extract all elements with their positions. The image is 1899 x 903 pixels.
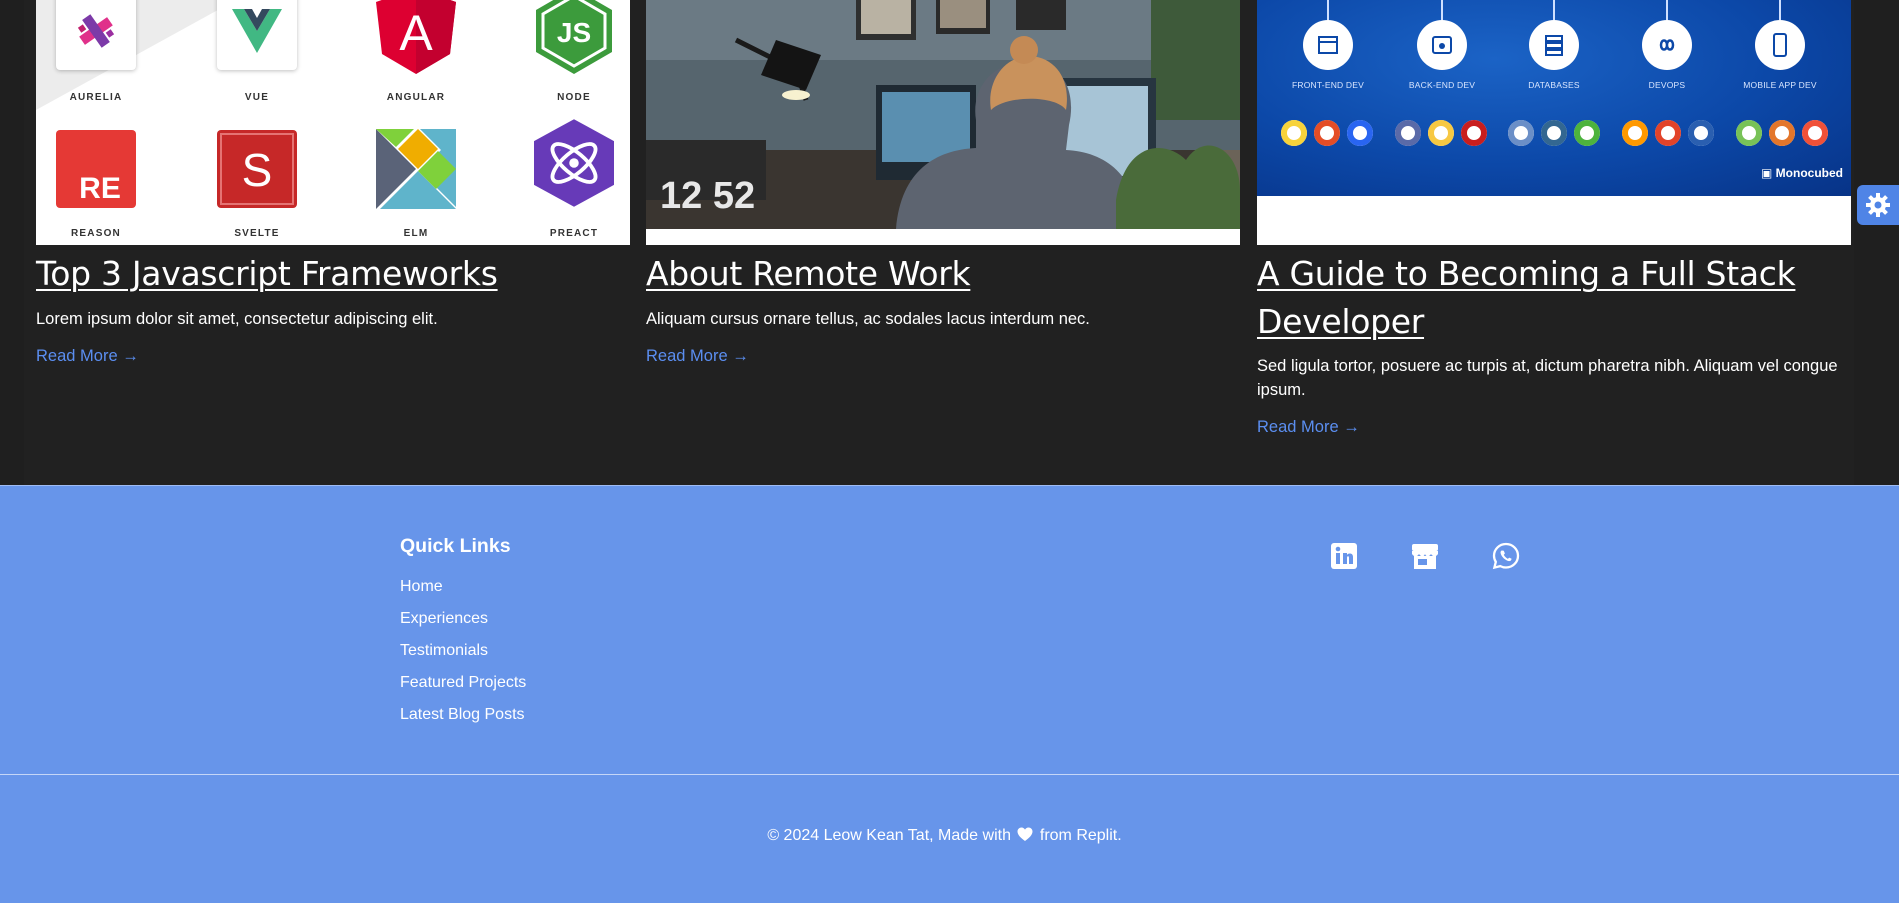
connector-line xyxy=(1779,0,1781,20)
category-label: FRONT-END DEV xyxy=(1291,80,1365,90)
swift-icon xyxy=(1802,120,1828,146)
linkedin-link[interactable] xyxy=(1329,541,1359,571)
footer-top-border xyxy=(0,485,1899,486)
reason-logo: RE xyxy=(56,130,136,208)
blog-card: FRONT-END DEV BACK-END DEV DATABASES DEV… xyxy=(1257,0,1851,437)
post-description: Lorem ipsum dolor sit amet, consectetur … xyxy=(36,310,438,328)
frontend-icon xyxy=(1303,20,1353,70)
post-thumbnail-remote-work[interactable]: 12 52 xyxy=(646,0,1240,245)
footer-divider xyxy=(0,774,1899,775)
remote-work-photo-illustration: 12 52 xyxy=(646,0,1240,245)
elm-logo xyxy=(376,129,456,209)
store-icon xyxy=(1412,544,1438,569)
ruby-icon xyxy=(1461,120,1487,146)
category-label: MOBILE APP DEV xyxy=(1743,80,1817,90)
quick-link-featured-projects[interactable]: Featured Projects xyxy=(400,673,526,705)
gear-icon xyxy=(1866,193,1890,217)
clock-readout: 12 52 xyxy=(660,175,755,217)
monocubed-brand: ▣ Monocubed xyxy=(1761,166,1843,180)
brand-name: Monocubed xyxy=(1775,166,1843,180)
css-icon xyxy=(1347,120,1373,146)
post-title-link[interactable]: Top 3 Javascript Frameworks xyxy=(36,250,630,298)
kotlin-icon xyxy=(1769,120,1795,146)
quick-links-title: Quick Links xyxy=(400,535,511,557)
linkedin-icon xyxy=(1331,543,1357,569)
php-icon xyxy=(1395,120,1421,146)
connector-line xyxy=(1441,0,1443,20)
whatsapp-icon xyxy=(1492,542,1520,570)
page: AURELIA VUE A ANGULAR JS NODE RE REASON … xyxy=(0,0,1899,903)
logo-caption: ANGULAR xyxy=(386,92,446,103)
connector-line xyxy=(1553,0,1555,20)
logo-caption: REASON xyxy=(71,228,121,239)
copyright-text: © 2024 Leow Kean Tat, Made with from Rep… xyxy=(0,827,1889,845)
heart-icon xyxy=(1017,827,1033,841)
aws-icon xyxy=(1622,120,1648,146)
category-label: DEVOPS xyxy=(1648,80,1686,90)
blog-card: 12 52 About Remote Work Aliquam cursus o… xyxy=(646,0,1240,366)
tech-icon xyxy=(1281,120,1307,146)
svelte-glyph: S xyxy=(242,144,273,196)
python-icon xyxy=(1428,120,1454,146)
html-icon xyxy=(1314,120,1340,146)
vue-logo xyxy=(217,0,297,70)
settings-button[interactable] xyxy=(1857,185,1899,225)
post-title-link[interactable]: About Remote Work xyxy=(646,250,1240,298)
angular-logo: A xyxy=(376,0,456,74)
post-thumbnail-frameworks[interactable]: AURELIA VUE A ANGULAR JS NODE RE REASON … xyxy=(36,0,630,245)
category-label: BACK-END DEV xyxy=(1408,80,1476,90)
logo-caption: VUE xyxy=(244,92,270,103)
mobile-icon xyxy=(1755,20,1805,70)
store-link[interactable] xyxy=(1410,541,1440,571)
post-description: Sed ligula tortor, posuere ac turpis at,… xyxy=(1257,357,1838,399)
copyright-suffix: from Replit. xyxy=(1039,827,1122,844)
read-more-link[interactable]: Read More → xyxy=(36,347,139,366)
thumbnail-panel: FRONT-END DEV BACK-END DEV DATABASES DEV… xyxy=(1257,0,1851,196)
quick-links-list: Home Experiences Testimonials Featured P… xyxy=(400,577,526,737)
devops-icon xyxy=(1642,20,1692,70)
svelte-logo: S xyxy=(217,130,297,208)
copyright-prefix: © 2024 Leow Kean Tat, Made with xyxy=(767,827,1011,844)
android-icon xyxy=(1736,120,1762,146)
node-glyph: JS xyxy=(557,17,591,48)
read-more-link[interactable]: Read More → xyxy=(646,347,749,366)
site-footer: Quick Links Home Experiences Testimonial… xyxy=(0,485,1899,903)
gitlab-icon xyxy=(1655,120,1681,146)
devops-tool-icon xyxy=(1688,120,1714,146)
quick-link-home[interactable]: Home xyxy=(400,577,526,609)
reason-glyph: RE xyxy=(79,172,121,205)
quick-link-latest-blog-posts[interactable]: Latest Blog Posts xyxy=(400,705,526,737)
logo-caption: PREACT xyxy=(549,228,599,239)
backend-icon xyxy=(1417,20,1467,70)
connector-line xyxy=(1666,0,1668,20)
postgres-icon xyxy=(1541,120,1567,146)
logo-caption: AURELIA xyxy=(69,92,123,103)
angular-glyph: A xyxy=(399,5,433,61)
read-more-link[interactable]: Read More → xyxy=(1257,418,1360,437)
post-title-link[interactable]: A Guide to Becoming a Full Stack Develop… xyxy=(1257,250,1817,346)
node-logo: JS xyxy=(534,0,614,74)
category-label: DATABASES xyxy=(1528,80,1580,90)
blog-container: AURELIA VUE A ANGULAR JS NODE RE REASON … xyxy=(24,0,1854,485)
post-description: Aliquam cursus ornare tellus, ac sodales… xyxy=(646,310,1090,328)
blog-card: AURELIA VUE A ANGULAR JS NODE RE REASON … xyxy=(36,0,630,366)
logo-caption: NODE xyxy=(557,92,591,103)
logo-caption: ELM xyxy=(403,228,429,239)
mysql-icon xyxy=(1508,120,1534,146)
mongodb-icon xyxy=(1574,120,1600,146)
logo-caption: SVELTE xyxy=(234,228,280,239)
quick-link-testimonials[interactable]: Testimonials xyxy=(400,641,526,673)
database-icon xyxy=(1529,20,1579,70)
aurelia-logo xyxy=(56,0,136,70)
post-thumbnail-full-stack[interactable]: FRONT-END DEV BACK-END DEV DATABASES DEV… xyxy=(1257,0,1851,245)
whatsapp-link[interactable] xyxy=(1491,541,1521,571)
preact-logo xyxy=(534,119,614,207)
quick-link-experiences[interactable]: Experiences xyxy=(400,609,526,641)
connector-line xyxy=(1327,0,1329,20)
blog-section: AURELIA VUE A ANGULAR JS NODE RE REASON … xyxy=(0,0,1899,485)
